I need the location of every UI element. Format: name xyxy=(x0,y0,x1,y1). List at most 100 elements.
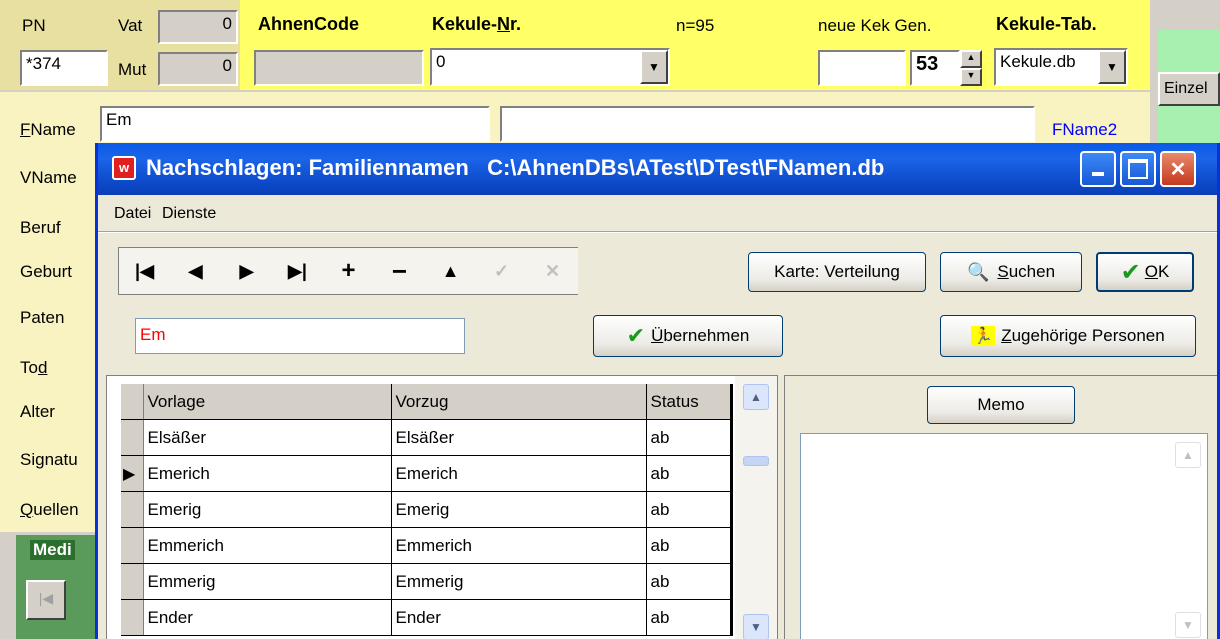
close-icon[interactable]: ✕ xyxy=(1160,151,1196,187)
medi-label: Medi xyxy=(30,540,75,560)
grid-scrollbar[interactable]: ▲ ▼ xyxy=(735,376,777,639)
current-row-indicator-icon[interactable]: ▶ xyxy=(121,455,144,492)
cell-vorzug[interactable]: Emmerig xyxy=(391,563,647,600)
minimize-icon[interactable] xyxy=(1080,151,1116,187)
scroll-down-icon[interactable]: ▼ xyxy=(743,614,769,639)
dialog-titlebar[interactable]: w Nachschlagen: Familiennamen C:\AhnenDB… xyxy=(98,143,1217,195)
row-indicator[interactable] xyxy=(121,419,144,456)
mut-label: Mut xyxy=(118,60,147,79)
lookup-dialog: w Nachschlagen: Familiennamen C:\AhnenDB… xyxy=(95,143,1220,639)
cell-vorlage[interactable]: Elsäßer xyxy=(143,419,392,456)
cell-status[interactable]: ab xyxy=(646,599,733,636)
gen-spinner[interactable]: 53 xyxy=(910,50,960,86)
next-icon[interactable]: ▶ xyxy=(221,248,273,294)
fname-value: Em xyxy=(106,110,132,129)
row-indicator[interactable] xyxy=(121,527,144,564)
kekule-nr-combo[interactable]: 0 ▼ xyxy=(430,48,670,86)
zugehoerige-personen-button[interactable]: 🏃 Zugehörige Personen xyxy=(940,315,1196,357)
zugehoerige-label: Zugehörige Personen xyxy=(1001,326,1165,345)
memo-label: Memo xyxy=(977,395,1025,414)
maximize-icon[interactable] xyxy=(1120,151,1156,187)
cell-vorlage[interactable]: Emerich xyxy=(143,455,392,492)
vat-field[interactable]: 0 xyxy=(158,10,238,44)
cell-vorlage[interactable]: Emmerig xyxy=(143,563,392,600)
spin-up-icon[interactable]: ▲ xyxy=(960,50,982,68)
dialog-title: Nachschlagen: Familiennamen C:\AhnenDBs\… xyxy=(146,155,885,180)
first-icon[interactable]: |◀ xyxy=(119,248,171,294)
memo-button[interactable]: Memo xyxy=(927,386,1075,424)
row-indicator[interactable] xyxy=(121,563,144,600)
einzel-button[interactable]: Einzel xyxy=(1158,72,1220,106)
alter-label: Alter xyxy=(20,402,55,421)
col-vorlage[interactable]: Vorlage xyxy=(143,384,392,420)
insert-icon[interactable]: + xyxy=(323,248,375,294)
table-row[interactable]: ▶ Emerich Emerich ab xyxy=(121,455,733,492)
search-input[interactable]: Em xyxy=(135,318,465,354)
cell-vorzug[interactable]: Emmerich xyxy=(391,527,647,564)
last-icon[interactable]: ▶| xyxy=(272,248,324,294)
row-indicator[interactable] xyxy=(121,599,144,636)
cell-status[interactable]: ab xyxy=(646,491,733,528)
memo-scroll-up-icon[interactable]: ▲ xyxy=(1175,442,1201,468)
memo-scroll-down-icon[interactable]: ▼ xyxy=(1175,612,1201,638)
chevron-down-icon[interactable]: ▼ xyxy=(640,50,668,84)
menu-dienste[interactable]: Dienste xyxy=(162,205,216,223)
table-row[interactable]: Ender Ender ab xyxy=(121,599,733,636)
col-vorzug[interactable]: Vorzug xyxy=(391,384,647,420)
suchen-button[interactable]: 🔍 Suchen xyxy=(940,252,1082,292)
quellen-label: Quellen xyxy=(20,500,79,519)
kekule-tab-label: Kekule-Tab. xyxy=(996,14,1097,34)
row-indicator[interactable] xyxy=(121,491,144,528)
table-row[interactable]: Emerig Emerig ab xyxy=(121,491,733,528)
fname-field[interactable]: Em xyxy=(100,106,490,142)
cell-status[interactable]: ab xyxy=(646,527,733,564)
person-icon: 🏃 xyxy=(971,326,996,346)
tod-label: Tod xyxy=(20,358,48,377)
menu-divider xyxy=(98,231,1217,233)
prior-icon[interactable]: ◀ xyxy=(170,248,222,294)
menu-datei[interactable]: Datei xyxy=(114,205,151,223)
vat-value: 0 xyxy=(222,14,232,33)
cell-vorzug[interactable]: Elsäßer xyxy=(391,419,647,456)
ahnencode-field[interactable] xyxy=(254,50,424,86)
pn-field[interactable]: *374 xyxy=(20,50,108,86)
cell-vorlage[interactable]: Emerig xyxy=(143,491,392,528)
cell-status[interactable]: ab xyxy=(646,455,733,492)
mut-field[interactable]: 0 xyxy=(158,52,238,86)
table-row[interactable]: Elsäßer Elsäßer ab xyxy=(121,419,733,456)
pn-value: *374 xyxy=(26,54,61,73)
table-row[interactable]: Emmerig Emmerig ab xyxy=(121,563,733,600)
cancel-icon[interactable]: ✕ xyxy=(527,248,578,294)
scroll-thumb[interactable] xyxy=(743,456,769,466)
cell-status[interactable]: ab xyxy=(646,563,733,600)
cell-vorzug[interactable]: Emerig xyxy=(391,491,647,528)
cell-vorzug[interactable]: Ender xyxy=(391,599,647,636)
memo-textarea[interactable]: ▲ ▼ xyxy=(800,433,1208,639)
cell-vorzug[interactable]: Emerich xyxy=(391,455,647,492)
media-first-button[interactable]: |◀ xyxy=(26,580,66,620)
check-icon: ✔ xyxy=(1120,258,1141,286)
cell-status[interactable]: ab xyxy=(646,419,733,456)
search-value: Em xyxy=(140,325,166,344)
fname-label: FName xyxy=(20,120,76,139)
vat-label: Vat xyxy=(118,16,143,35)
col-status[interactable]: Status xyxy=(646,384,733,420)
ok-button[interactable]: ✔ OK xyxy=(1096,252,1194,292)
uebernehmen-button[interactable]: ✔ Übernehmen xyxy=(593,315,783,357)
paten-label: Paten xyxy=(20,308,65,327)
cell-vorlage[interactable]: Ender xyxy=(143,599,392,636)
delete-icon[interactable]: − xyxy=(374,248,426,294)
edit-icon[interactable]: ▲ xyxy=(425,248,477,294)
spin-down-icon[interactable]: ▼ xyxy=(960,68,982,86)
fname2-field[interactable] xyxy=(500,106,1035,142)
neue-kek-gen-field[interactable] xyxy=(818,50,906,86)
chevron-down-icon[interactable]: ▼ xyxy=(1098,50,1126,84)
table-row[interactable]: Emmerich Emmerich ab xyxy=(121,527,733,564)
kekule-tab-combo[interactable]: Kekule.db ▼ xyxy=(994,48,1128,86)
beruf-label: Beruf xyxy=(20,218,61,237)
ok-label: OK xyxy=(1144,262,1170,281)
karte-verteilung-button[interactable]: Karte: Verteilung xyxy=(748,252,926,292)
cell-vorlage[interactable]: Emmerich xyxy=(143,527,392,564)
post-icon[interactable]: ✓ xyxy=(476,248,528,294)
scroll-up-icon[interactable]: ▲ xyxy=(743,384,769,410)
